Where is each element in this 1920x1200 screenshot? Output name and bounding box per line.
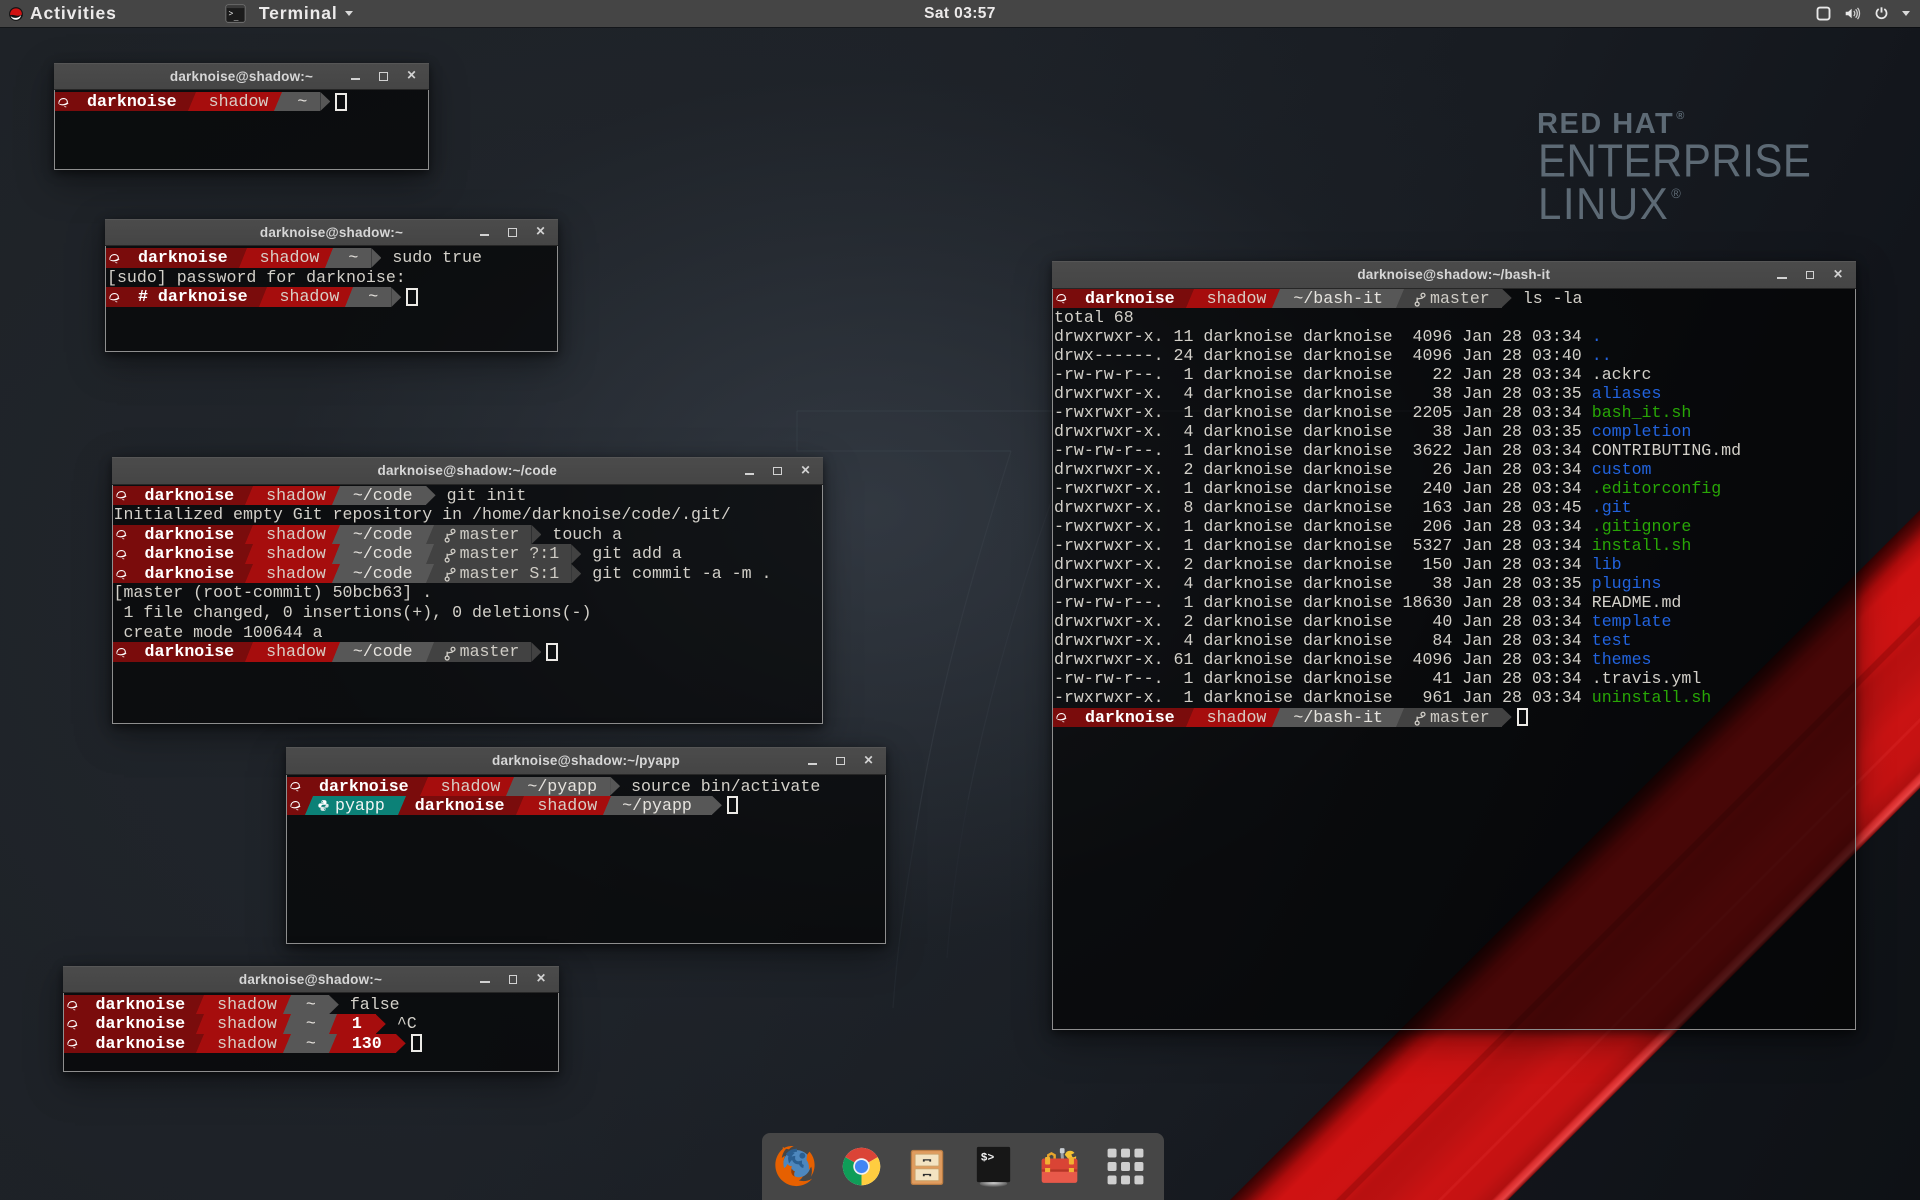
svg-text:$>: $> [980,1153,994,1165]
svg-text:_: _ [233,14,239,23]
svg-text:>: > [228,10,233,19]
